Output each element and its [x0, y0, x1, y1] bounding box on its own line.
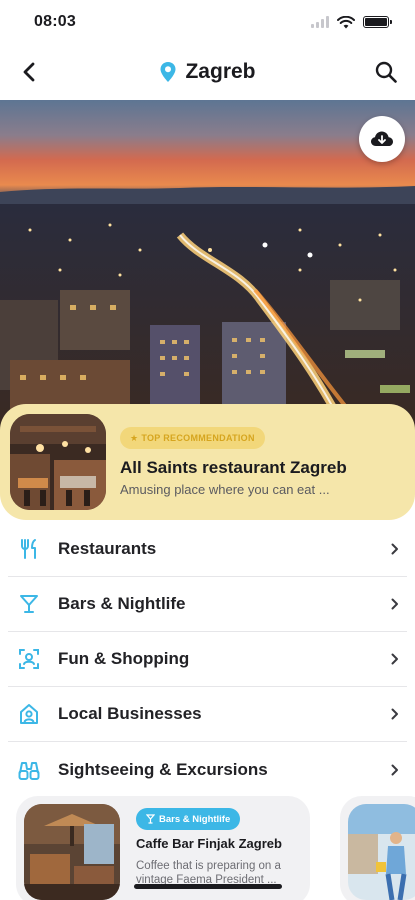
- category-label: Sightseeing & Excursions: [58, 759, 268, 779]
- place-photo: [24, 804, 120, 900]
- restaurant-photo: [10, 414, 106, 510]
- search-icon: [375, 61, 397, 83]
- cocktail-icon: [8, 593, 48, 615]
- shopping-icon: [8, 648, 48, 670]
- cloud-download-icon: [371, 131, 393, 146]
- chevron-right-icon: [383, 708, 407, 720]
- category-label: Local Businesses: [58, 704, 202, 723]
- hero-image: [0, 100, 415, 430]
- place-card-next[interactable]: [340, 796, 415, 900]
- recommendation-body: ★ TOP RECOMMENDATION All Saints restaura…: [120, 427, 405, 497]
- chevron-right-icon: [383, 543, 407, 555]
- page-title: Zagreb: [159, 60, 256, 84]
- category-list: Restaurants Bars & Nightlife Fun & Shopp…: [8, 522, 407, 797]
- chevron-right-icon: [383, 598, 407, 610]
- chevron-right-icon: [383, 653, 407, 665]
- category-sightseeing-excursions[interactable]: Sightseeing & Excursions: [8, 742, 407, 797]
- place-title: Caffe Bar Finjak Zagreb: [136, 836, 282, 851]
- badge-label: Bars & Nightlife: [159, 813, 231, 825]
- category-restaurants[interactable]: Restaurants: [8, 522, 407, 577]
- download-button[interactable]: [359, 116, 405, 162]
- badge-label: TOP RECOMMENDATION: [141, 433, 255, 443]
- category-label: Restaurants: [58, 539, 157, 558]
- category-badge: Bars & Nightlife: [136, 808, 241, 830]
- binoculars-icon: [8, 759, 48, 781]
- store-icon: [8, 703, 48, 725]
- back-arrow-icon: [23, 62, 35, 82]
- place-photo: [348, 804, 415, 900]
- top-recommendation-badge: ★ TOP RECOMMENDATION: [120, 427, 265, 449]
- city-name: Zagreb: [185, 60, 256, 83]
- nav-bar: Zagreb: [0, 44, 415, 100]
- recommendation-title: All Saints restaurant Zagreb: [120, 458, 347, 477]
- search-button[interactable]: [371, 57, 401, 87]
- star-icon: ★: [130, 432, 139, 443]
- place-description: Coffee that is preparing on a vintage Fa…: [136, 860, 281, 886]
- category-bars-nightlife[interactable]: Bars & Nightlife: [8, 577, 407, 632]
- cutlery-icon: [8, 538, 48, 560]
- status-icons: [311, 15, 392, 29]
- recommendation-description: Amusing place where you can eat ...: [120, 482, 330, 497]
- chevron-right-icon: [383, 764, 407, 776]
- category-label: Fun & Shopping: [58, 649, 190, 668]
- status-time: 08:03: [34, 13, 76, 30]
- category-local-businesses[interactable]: Local Businesses: [8, 687, 407, 742]
- cocktail-icon: [146, 814, 155, 824]
- place-card-body: Bars & Nightlife Caffe Bar Finjak Zagreb…: [136, 808, 302, 887]
- top-recommendation-card[interactable]: ★ TOP RECOMMENDATION All Saints restaura…: [0, 404, 415, 520]
- status-bar: 08:03: [0, 0, 415, 44]
- city-night-photo: [0, 100, 415, 430]
- back-button[interactable]: [14, 57, 44, 87]
- battery-icon: [363, 16, 392, 28]
- location-pin-icon: [160, 62, 176, 82]
- home-indicator: [134, 884, 282, 889]
- category-fun-shopping[interactable]: Fun & Shopping: [8, 632, 407, 687]
- signal-icon: [311, 16, 329, 28]
- wifi-icon: [337, 15, 355, 28]
- category-label: Bars & Nightlife: [58, 594, 186, 613]
